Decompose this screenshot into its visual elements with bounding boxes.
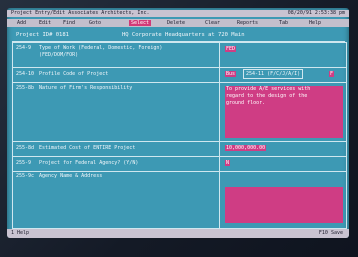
side-field-label: 254-11 (F/C/J/A/I) — [243, 69, 304, 79]
menu-delete[interactable]: Delete — [165, 20, 187, 26]
field-label: Project for Federal Agency? (Y/N) — [39, 160, 139, 166]
status-bar: 1 Help F10 Save — [7, 229, 349, 238]
field-code: 254-10 — [16, 71, 35, 77]
terminal-screen: Project Entry/Edit Associates Architects… — [7, 8, 349, 238]
agency-address-field[interactable] — [225, 187, 343, 223]
form-row: 255-9c Agency Name & Address — [13, 171, 346, 228]
profile-code-field[interactable]: Bus — [225, 71, 237, 77]
form-row: 254-10 Profile Code of Project Bus 254-1… — [13, 67, 346, 83]
save-key[interactable]: F10 Save — [319, 229, 343, 238]
menu-goto[interactable]: Goto — [87, 20, 103, 26]
form-row: 254-9 Type of Work (Federal, Domestic, F… — [13, 43, 346, 68]
form-row: 255-8d Estimated Cost of ENTIRE Project … — [13, 141, 346, 157]
menu-find[interactable]: Find — [61, 20, 77, 26]
help-key[interactable]: 1 Help — [11, 229, 29, 238]
title-bar: Project Entry/Edit Associates Architects… — [7, 10, 349, 17]
work-type-field[interactable]: FED — [225, 46, 237, 52]
field-label: Nature of Firm's Responsibility — [39, 85, 133, 91]
project-form: 254-9 Type of Work (Federal, Domestic, F… — [12, 42, 347, 229]
form-row: 255-9 Project for Federal Agency? (Y/N) … — [13, 156, 346, 172]
estimated-cost-field[interactable]: 10,000,000.00 — [225, 145, 267, 151]
menu-help[interactable]: Help — [307, 20, 323, 26]
field-label: Estimated Cost of ENTIRE Project — [39, 145, 136, 151]
federal-agency-field[interactable]: N — [225, 160, 231, 166]
project-name: HQ Corporate Headquarters at 720 Main — [122, 32, 245, 38]
menu-clear[interactable]: Clear — [203, 20, 222, 26]
field-label: Type of Work (Federal, Domestic, Foreign… — [39, 45, 163, 58]
field-code: 255-9 — [16, 160, 32, 166]
app-title: Project Entry/Edit Associates Architects… — [11, 10, 150, 16]
menu-select[interactable]: Select — [129, 20, 152, 26]
field-label: Profile Code of Project — [39, 71, 109, 77]
form-row: 255-8b Nature of Firm's Responsibility T… — [13, 82, 346, 142]
menu-bar: Add Edit Find Goto Select Delete Clear R… — [7, 19, 349, 27]
field-code: 255-8b — [16, 85, 35, 91]
menu-reports[interactable]: Reports — [235, 20, 260, 26]
project-id: Project ID# 0181 — [16, 32, 69, 38]
field-label: Agency Name & Address — [39, 173, 103, 179]
field-code: 255-9c — [16, 173, 35, 179]
project-header: Project ID# 0181 HQ Corporate Headquarte… — [12, 30, 345, 42]
menu-edit[interactable]: Edit — [37, 20, 53, 26]
field-code: 255-8d — [16, 145, 35, 151]
side-field-value[interactable]: F — [329, 71, 335, 77]
monitor-bezel: Project Entry/Edit Associates Architects… — [0, 0, 358, 257]
date-time: 08/20/91 2:53:38 pm — [287, 10, 345, 16]
field-code: 254-9 — [16, 45, 32, 51]
menu-tab[interactable]: Tab — [277, 20, 290, 26]
menu-add[interactable]: Add — [15, 20, 28, 26]
responsibility-field[interactable]: To provide A/E services with regard to t… — [225, 86, 343, 138]
